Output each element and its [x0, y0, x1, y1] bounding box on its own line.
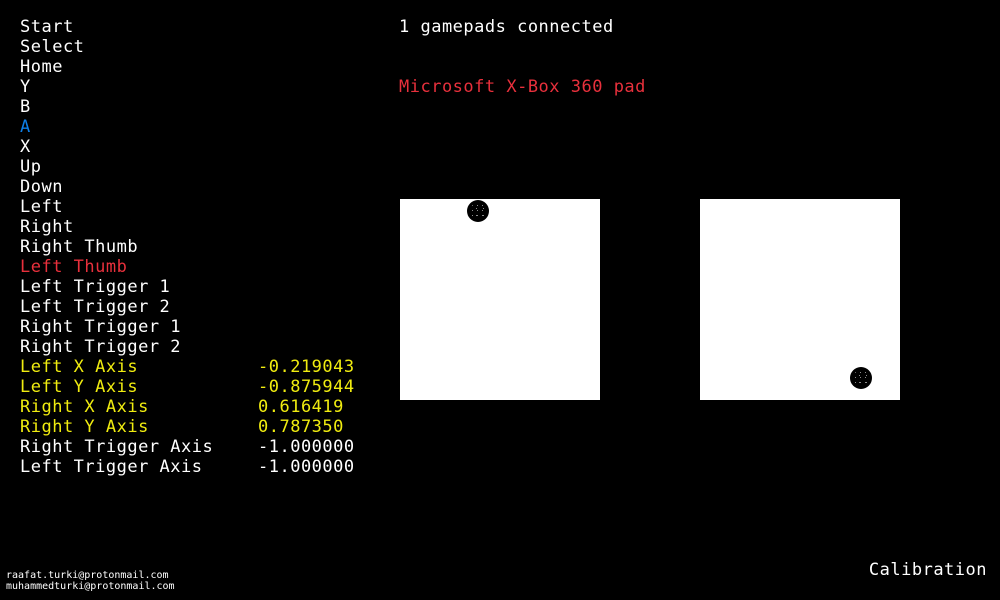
input-row-label: Up: [20, 157, 42, 177]
input-row-label: Right Trigger 2: [20, 337, 182, 357]
left-stick-pad[interactable]: [400, 199, 600, 400]
credits-block: raafat.turki@protonmail.com muhammedturk…: [6, 570, 175, 592]
input-row-label: X: [20, 137, 31, 157]
input-row: B: [20, 97, 390, 117]
input-row: Home: [20, 57, 390, 77]
input-row-value: 0.616419: [258, 397, 344, 417]
input-row: Select: [20, 37, 390, 57]
input-row-label: Left X Axis: [20, 357, 139, 377]
input-row-label: Right Trigger Axis: [20, 437, 214, 457]
input-row: Right Y Axis 0.787350: [20, 417, 390, 437]
input-row-label: Left Y Axis: [20, 377, 139, 397]
input-row: Left Y Axis -0.875944: [20, 377, 390, 397]
input-row-label: Right X Axis: [20, 397, 149, 417]
gamepad-device-name-label: Microsoft X-Box 360 pad: [399, 77, 646, 97]
right-stick-pad[interactable]: [700, 199, 900, 400]
input-row-label: Left: [20, 197, 63, 217]
input-row: Left Trigger 1: [20, 277, 390, 297]
input-row-value: -1.000000: [258, 437, 355, 457]
input-row: Right: [20, 217, 390, 237]
input-row: Left Thumb: [20, 257, 390, 277]
credit-email-2: muhammedturki@protonmail.com: [6, 581, 175, 592]
input-row-label: Start: [20, 17, 74, 37]
input-row: Left: [20, 197, 390, 217]
input-row-label: Left Trigger Axis: [20, 457, 203, 477]
calibration-mode-label: Calibration: [868, 560, 987, 580]
input-row: Right Trigger 2: [20, 337, 390, 357]
input-row-label: Left Thumb: [20, 257, 128, 277]
input-row: Right Trigger 1: [20, 317, 390, 337]
input-row-label: Home: [20, 57, 63, 77]
input-row: Left X Axis -0.219043: [20, 357, 390, 377]
input-row: Left Trigger Axis -1.000000: [20, 457, 390, 477]
input-row: Right X Axis 0.616419: [20, 397, 390, 417]
input-row-label: Right Trigger 1: [20, 317, 182, 337]
input-row-value: -0.219043: [258, 357, 355, 377]
left-stick-dot[interactable]: [467, 200, 489, 223]
input-row-label: Right Thumb: [20, 237, 139, 257]
input-state-list: Start Select Home Y B A X Up Down Left Right Right …: [20, 17, 390, 477]
input-row-label: Left Trigger 2: [20, 297, 171, 317]
gamepad-count-label: 1 gamepads connected: [399, 17, 614, 37]
input-row-value: 0.787350: [258, 417, 344, 437]
input-row-label: Y: [20, 77, 31, 97]
input-row-value: -1.000000: [258, 457, 355, 477]
credit-email-1: raafat.turki@protonmail.com: [6, 570, 169, 581]
input-row-label: Right Y Axis: [20, 417, 149, 437]
input-row-label: Select: [20, 37, 85, 57]
input-row: A: [20, 117, 390, 137]
input-row-label: Left Trigger 1: [20, 277, 171, 297]
input-row-label: Down: [20, 177, 63, 197]
input-row-label: B: [20, 97, 31, 117]
input-row: Down: [20, 177, 390, 197]
input-row: Up: [20, 157, 390, 177]
input-row-label: Right: [20, 217, 74, 237]
input-row-value: -0.875944: [258, 377, 355, 397]
input-row: Right Trigger Axis -1.000000: [20, 437, 390, 457]
input-row: Right Thumb: [20, 237, 390, 257]
input-row: Y: [20, 77, 390, 97]
right-stick-dot[interactable]: [850, 367, 872, 390]
input-row-label: A: [20, 117, 31, 137]
input-row: X: [20, 137, 390, 157]
input-row: Start: [20, 17, 390, 37]
input-row: Left Trigger 2: [20, 297, 390, 317]
app-screen: Start Select Home Y B A X Up Down Left Right Right …: [0, 0, 1000, 600]
